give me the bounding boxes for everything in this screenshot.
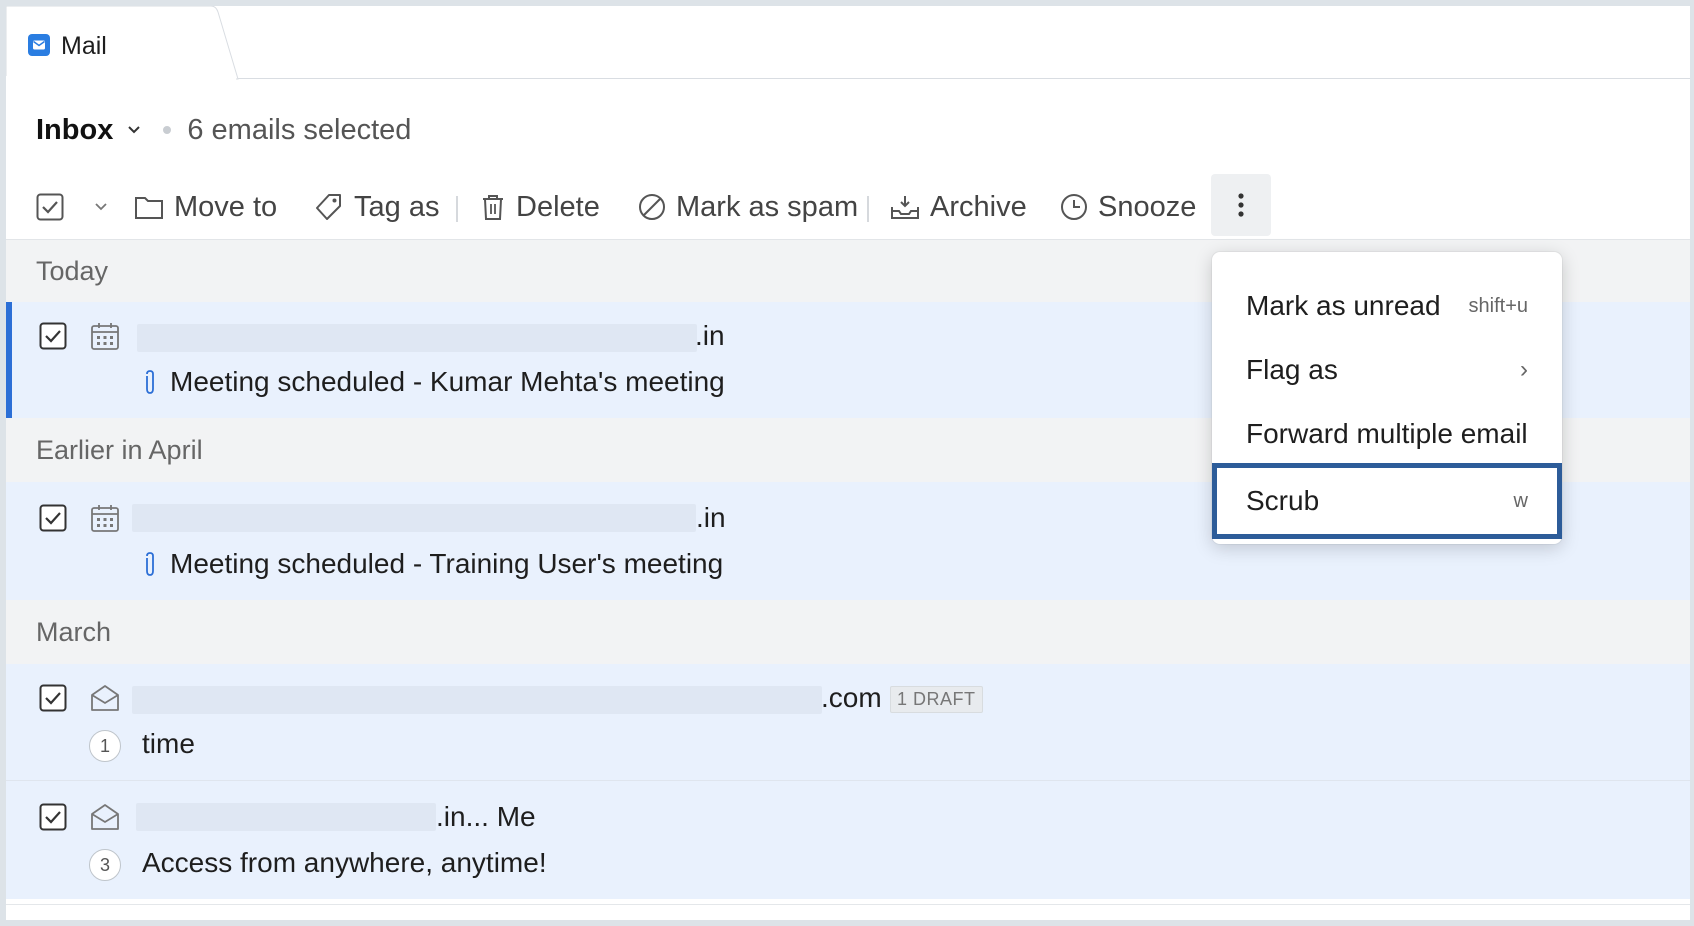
email-row[interactable]: .in... Me 3 Access from anywhere, anytim… bbox=[6, 781, 1690, 899]
mark-as-spam-label: Mark as spam bbox=[676, 190, 859, 223]
menu-item-shortcut: shift+u bbox=[1468, 294, 1528, 317]
calendar-icon bbox=[91, 505, 119, 532]
tab-title: Mail bbox=[61, 32, 107, 60]
envelope-open-icon bbox=[91, 804, 119, 830]
sender-suffix: .in... Me bbox=[436, 801, 536, 832]
checkbox-checked-icon[interactable] bbox=[39, 504, 67, 532]
email-subject: Meeting scheduled - Training User's meet… bbox=[170, 548, 724, 579]
group-header-march: March bbox=[6, 600, 1690, 664]
group-label: Today bbox=[36, 255, 109, 286]
menu-item-label: Forward multiple email bbox=[1246, 418, 1528, 449]
checkbox-checked-icon[interactable] bbox=[39, 803, 67, 831]
sender-suffix: .com bbox=[821, 682, 882, 713]
thread-count: 1 bbox=[89, 730, 121, 762]
snooze-button[interactable]: Snooze bbox=[1060, 174, 1196, 240]
chevron-right-icon: › bbox=[1520, 356, 1528, 383]
sender-suffix: .in bbox=[696, 502, 726, 533]
select-all-checkbox[interactable] bbox=[36, 174, 64, 240]
mail-app-icon bbox=[28, 34, 50, 56]
menu-item-flag-as[interactable]: Flag as › bbox=[1212, 338, 1562, 402]
snooze-label: Snooze bbox=[1098, 190, 1197, 223]
folder-header: Inbox 6 emails selected bbox=[36, 110, 411, 150]
redacted-sender bbox=[132, 686, 822, 714]
delete-button[interactable]: Delete bbox=[480, 174, 600, 240]
move-to-button[interactable]: Move to bbox=[134, 174, 277, 240]
tab-strip-divider bbox=[6, 78, 1690, 79]
separator-dot bbox=[163, 126, 172, 134]
selected-count: 6 emails selected bbox=[187, 113, 412, 146]
paperclip-icon bbox=[146, 370, 154, 394]
email-subject: Meeting scheduled - Kumar Mehta's meetin… bbox=[170, 366, 725, 397]
tag-as-button[interactable]: Tag as bbox=[314, 174, 439, 240]
mark-as-spam-button[interactable]: Mark as spam bbox=[638, 174, 858, 240]
redacted-sender bbox=[132, 504, 696, 532]
paperclip-icon bbox=[146, 552, 154, 576]
mail-app-window: Mail Inbox 6 emails selected Move to Tag… bbox=[6, 6, 1690, 920]
group-label: Earlier in April bbox=[36, 434, 203, 465]
trash-icon bbox=[483, 195, 503, 220]
sender-suffix: .in bbox=[695, 320, 725, 351]
kebab-menu-icon bbox=[1238, 193, 1244, 217]
archive-label: Archive bbox=[930, 190, 1027, 223]
chevron-down-icon bbox=[95, 203, 107, 211]
more-actions-menu: Mark as unread shift+u Flag as › Forward… bbox=[1212, 252, 1562, 544]
tab-strip: Mail bbox=[6, 6, 1690, 80]
menu-item-label: Scrub bbox=[1246, 485, 1320, 516]
menu-item-label: Flag as bbox=[1246, 354, 1338, 385]
folder-icon bbox=[135, 197, 163, 219]
archive-icon bbox=[891, 196, 919, 219]
group-label: March bbox=[36, 616, 112, 647]
archive-button[interactable]: Archive bbox=[890, 174, 1027, 240]
calendar-icon bbox=[91, 323, 119, 350]
menu-item-shortcut: w bbox=[1513, 489, 1528, 512]
menu-item-label: Mark as unread bbox=[1246, 290, 1441, 321]
redacted-sender bbox=[137, 324, 697, 352]
checkbox-checked-icon[interactable] bbox=[39, 322, 67, 350]
select-options-dropdown[interactable] bbox=[94, 174, 108, 240]
move-to-label: Move to bbox=[174, 190, 278, 223]
tag-as-label: Tag as bbox=[354, 190, 440, 223]
email-subject: Access from anywhere, anytime! bbox=[142, 847, 547, 878]
envelope-open-icon bbox=[91, 685, 119, 711]
chevron-down-icon[interactable] bbox=[127, 125, 141, 135]
checkbox-checked-icon bbox=[36, 193, 64, 221]
more-actions-button[interactable] bbox=[1211, 174, 1271, 236]
email-row[interactable]: .com 1 DRAFT 1 time bbox=[6, 664, 1690, 780]
menu-item-scrub[interactable]: Scrub w bbox=[1212, 463, 1562, 539]
folder-name[interactable]: Inbox bbox=[36, 114, 113, 147]
menu-item-forward-multiple-email[interactable]: Forward multiple email bbox=[1212, 402, 1562, 466]
draft-badge: 1 DRAFT bbox=[890, 686, 983, 713]
tag-icon bbox=[316, 194, 341, 220]
toolbar: Move to Tag as Delete Mark as spam Archi… bbox=[6, 174, 1690, 240]
checkbox-checked-icon[interactable] bbox=[39, 684, 67, 712]
thread-count: 3 bbox=[89, 849, 121, 881]
toolbar-separator bbox=[867, 196, 869, 222]
delete-label: Delete bbox=[516, 190, 600, 223]
tab-mail[interactable]: Mail bbox=[6, 6, 246, 80]
menu-item-mark-as-unread[interactable]: Mark as unread shift+u bbox=[1212, 274, 1562, 338]
list-bottom-divider bbox=[6, 904, 1690, 905]
toolbar-separator bbox=[456, 196, 458, 222]
redacted-sender bbox=[136, 803, 436, 831]
email-subject: time bbox=[142, 728, 195, 759]
spam-icon bbox=[639, 194, 665, 220]
clock-icon bbox=[1061, 194, 1087, 220]
